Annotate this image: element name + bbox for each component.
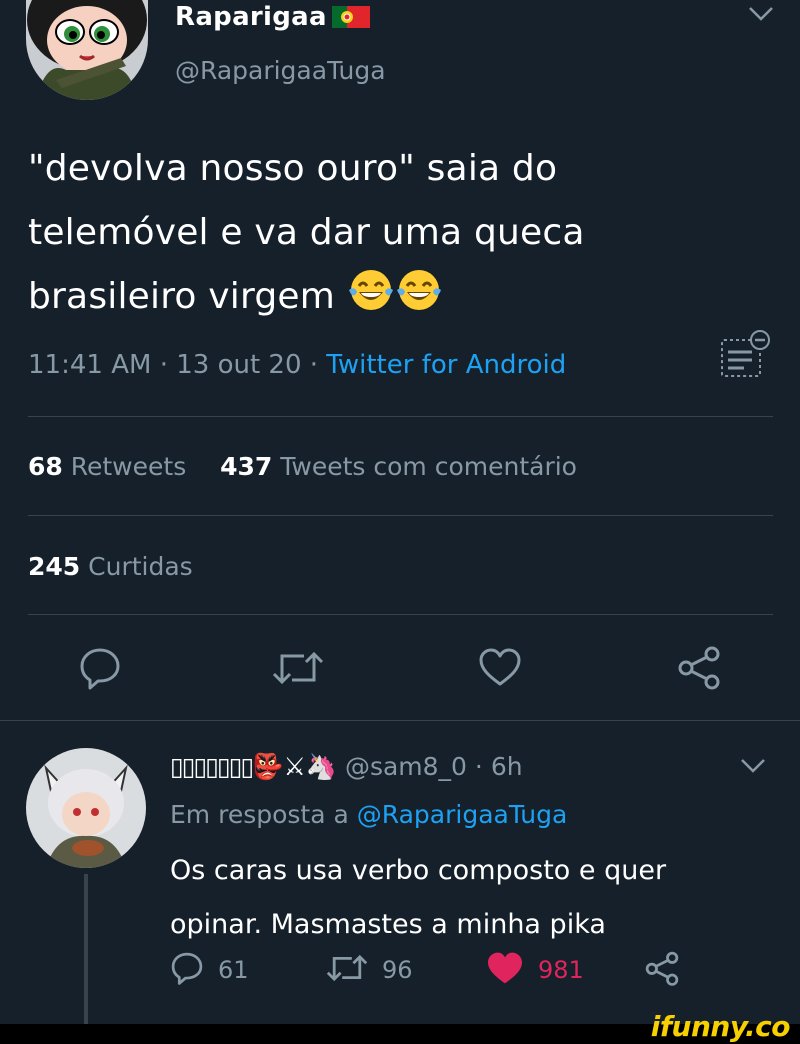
likes-stats[interactable]: 245 Curtidas	[28, 552, 193, 581]
thread-line	[84, 874, 88, 1024]
reply-retweet-count: 96	[382, 956, 413, 984]
divider	[0, 720, 800, 721]
meta-separator: ·	[159, 350, 177, 380]
likes-count: 245	[28, 552, 81, 581]
tweet-text-line: brasileiro virgem	[28, 265, 678, 335]
author-name[interactable]: Raparigaa	[175, 2, 327, 32]
heart-filled-icon	[486, 951, 524, 989]
reply-retweet-action[interactable]: 96	[326, 950, 413, 990]
reply-handle[interactable]: @sam8_0	[345, 752, 467, 781]
retweet-icon	[326, 952, 368, 988]
reply-like-action[interactable]: 981	[486, 950, 584, 990]
analytics-icon[interactable]	[718, 328, 772, 380]
tweet-text-line: telemóvel e va dar uma queca	[28, 212, 585, 253]
share-icon[interactable]	[676, 644, 722, 694]
reply-text-line: Os caras usa verbo composto e quer	[170, 855, 667, 886]
tweet-date: 13 out 20	[176, 350, 302, 380]
chevron-down-icon[interactable]	[748, 6, 774, 26]
tweet-text: "devolva nosso ouro" saia do telemóvel e…	[28, 137, 678, 335]
divider	[28, 416, 773, 417]
reply-icon[interactable]	[78, 646, 122, 694]
portugal-flag-emoji	[332, 6, 370, 28]
likes-label: Curtidas	[88, 552, 193, 581]
reply-header: ▯▯▯▯▯▯▯👺⚔🦄 @sam8_0 · 6h	[170, 752, 523, 782]
divider	[28, 614, 773, 615]
meta-separator: ·	[309, 350, 327, 380]
reply-avatar[interactable]	[26, 748, 146, 868]
reply-share-action[interactable]	[644, 950, 680, 990]
reply-like-count: 981	[538, 956, 584, 984]
quote-count: 437	[220, 452, 273, 481]
chevron-down-icon[interactable]	[740, 758, 766, 778]
reply-display-name[interactable]: ▯▯▯▯▯▯▯	[170, 752, 254, 781]
retweet-icon[interactable]	[272, 648, 324, 692]
reply-reply-count: 61	[218, 956, 249, 984]
tears-of-joy-emoji	[347, 266, 395, 335]
tweet-meta: 11:41 AM · 13 out 20 · Twitter for Andro…	[28, 350, 566, 380]
tears-of-joy-emoji	[395, 266, 443, 335]
meta-separator: ·	[474, 752, 491, 781]
reply-text-line: opinar. Masmastes a minha pika	[170, 909, 606, 940]
in-reply-to: Em resposta a @RaparigaaTuga	[170, 800, 567, 829]
reply-name-emojis: 👺⚔🦄	[252, 752, 337, 781]
tweet-source[interactable]: Twitter for Android	[326, 350, 566, 380]
share-icon	[644, 950, 680, 990]
watermark: ifunny.co	[650, 1010, 791, 1043]
heart-icon[interactable]	[477, 646, 523, 692]
quote-label: Tweets com comentário	[280, 452, 577, 481]
reply-time: 6h	[490, 752, 523, 781]
retweets-label: Retweets	[70, 452, 187, 481]
in-reply-prefix: Em resposta a	[170, 800, 349, 829]
reply-reply-action[interactable]: 61	[170, 950, 249, 990]
reply-icon	[170, 951, 204, 989]
divider	[28, 515, 773, 516]
tweet-text-line-content: brasileiro virgem	[28, 276, 336, 317]
tweet-time: 11:41 AM	[28, 350, 152, 380]
retweets-count: 68	[28, 452, 63, 481]
tweet-text-line: "devolva nosso ouro" saia do	[28, 148, 558, 189]
retweet-stats[interactable]: 68 Retweets 437 Tweets com comentário	[28, 452, 577, 481]
in-reply-handle[interactable]: @RaparigaaTuga	[357, 800, 568, 829]
author-handle[interactable]: @RaparigaaTuga	[175, 56, 386, 85]
author-avatar[interactable]	[26, 0, 148, 100]
reply-text: Os caras usa verbo composto e quer opina…	[170, 844, 730, 952]
